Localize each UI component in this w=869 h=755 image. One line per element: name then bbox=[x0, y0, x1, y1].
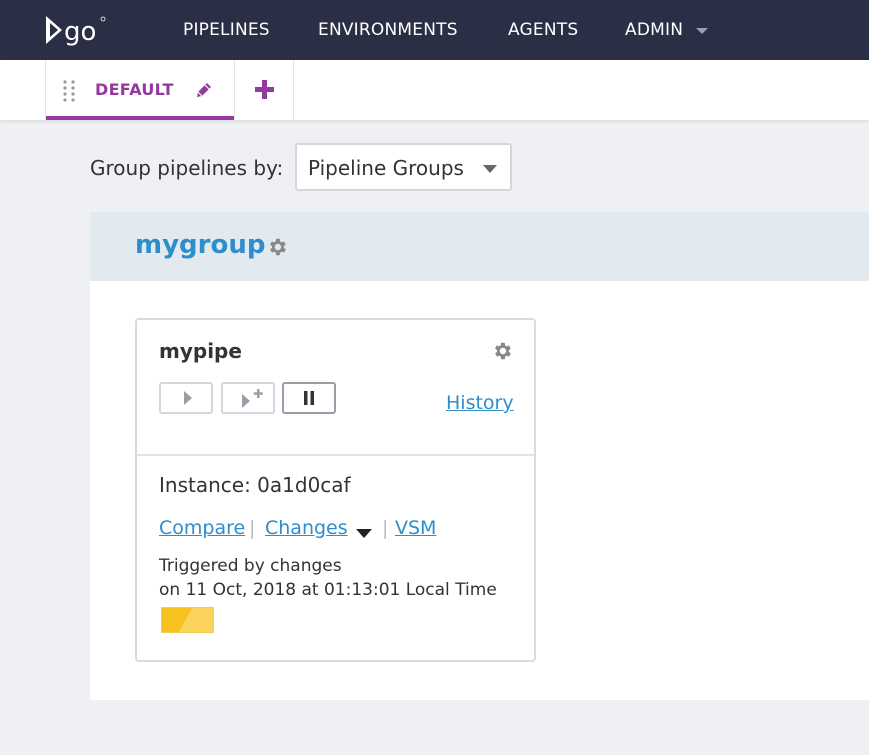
group-by-label: Group pipelines by: bbox=[90, 156, 284, 180]
group-by-select[interactable]: Pipeline Groups bbox=[295, 143, 512, 191]
pause-icon bbox=[304, 391, 314, 405]
compare-link[interactable]: Compare bbox=[159, 516, 245, 540]
stage-status-bar[interactable] bbox=[161, 607, 214, 633]
pipeline-group-header: mygroup bbox=[90, 212, 869, 281]
instance-label: Instance: 0a1d0caf bbox=[159, 473, 351, 497]
play-icon bbox=[184, 391, 192, 405]
nav-admin[interactable]: ADMIN bbox=[625, 19, 683, 41]
link-separator: | bbox=[382, 517, 389, 539]
pencil-icon[interactable] bbox=[194, 80, 214, 100]
link-separator: | bbox=[249, 517, 256, 539]
tab-label: DEFAULT bbox=[95, 80, 174, 99]
tab-default[interactable]: DEFAULT bbox=[45, 60, 235, 120]
trigger-button[interactable] bbox=[159, 382, 213, 414]
top-navigation: go PIPELINES ENVIRONMENTS AGENTS ADMIN bbox=[0, 0, 869, 60]
drag-handle-icon[interactable] bbox=[62, 79, 76, 105]
nav-agents[interactable]: AGENTS bbox=[508, 19, 578, 41]
dashboard-tab-bar: DEFAULT bbox=[0, 60, 869, 120]
group-name[interactable]: mygroup bbox=[135, 229, 265, 261]
triggered-on-text: on 11 Oct, 2018 at 01:13:01 Local Time bbox=[159, 580, 497, 600]
pipeline-name: mypipe bbox=[159, 339, 242, 363]
trigger-with-options-button[interactable] bbox=[221, 382, 275, 414]
nav-environments[interactable]: ENVIRONMENTS bbox=[318, 19, 458, 41]
pipeline-gear-icon[interactable] bbox=[491, 340, 513, 362]
plus-icon bbox=[255, 80, 274, 99]
pipeline-card: mypipe History Instance: 0a1d0caf Compar… bbox=[135, 318, 536, 662]
nav-pipelines[interactable]: PIPELINES bbox=[183, 19, 270, 41]
active-tab-indicator bbox=[46, 116, 234, 120]
vsm-link[interactable]: VSM bbox=[395, 516, 436, 540]
group-by-selected-value: Pipeline Groups bbox=[308, 156, 464, 180]
card-divider bbox=[137, 454, 534, 456]
group-gear-icon[interactable] bbox=[266, 236, 288, 258]
changes-caret-down-icon[interactable] bbox=[356, 529, 372, 538]
history-link[interactable]: History bbox=[446, 391, 514, 415]
pause-button[interactable] bbox=[282, 382, 336, 414]
logo-text: go bbox=[64, 17, 96, 46]
trigger-info: Triggered by changes on 11 Oct, 2018 at … bbox=[159, 554, 497, 602]
admin-caret-down-icon[interactable] bbox=[696, 28, 708, 34]
play-with-options-icon bbox=[242, 389, 263, 408]
add-tab-button[interactable] bbox=[235, 60, 294, 120]
changes-link[interactable]: Changes bbox=[265, 516, 348, 540]
triggered-by-text: Triggered by changes bbox=[159, 556, 342, 576]
go-logo-icon[interactable]: go bbox=[44, 14, 108, 47]
chevron-down-icon bbox=[483, 165, 497, 173]
